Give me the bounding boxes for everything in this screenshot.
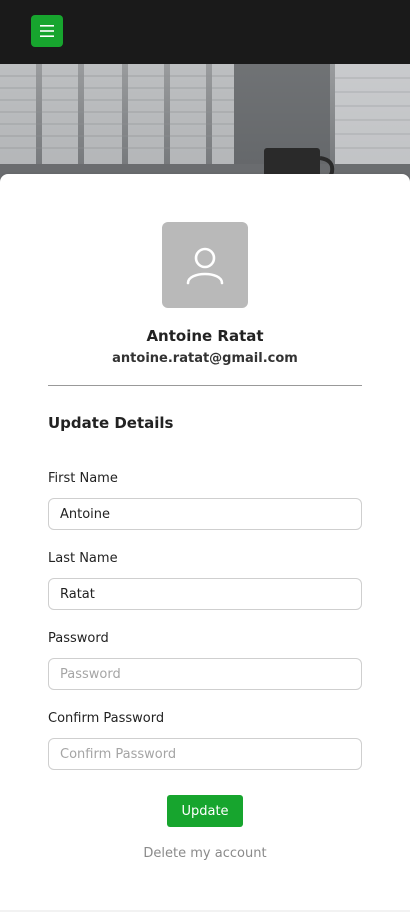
- delete-account-link[interactable]: Delete my account: [0, 846, 410, 861]
- avatar: [162, 222, 248, 308]
- divider: [48, 385, 362, 386]
- update-button[interactable]: Update: [167, 795, 243, 827]
- menu-toggle-button[interactable]: [31, 15, 63, 47]
- password-label: Password: [48, 631, 109, 646]
- user-icon: [186, 247, 224, 285]
- first-name-label: First Name: [48, 471, 118, 486]
- profile-card: Antoine Ratat antoine.ratat@gmail.com Up…: [0, 174, 410, 910]
- top-navbar: [0, 0, 410, 64]
- confirm-password-label: Confirm Password: [48, 711, 165, 726]
- first-name-input[interactable]: [48, 498, 362, 530]
- hamburger-menu-icon: [40, 25, 54, 37]
- password-input[interactable]: [48, 658, 362, 690]
- section-title: Update Details: [48, 414, 174, 432]
- confirm-password-input[interactable]: [48, 738, 362, 770]
- profile-name: Antoine Ratat: [146, 327, 264, 345]
- last-name-input[interactable]: [48, 578, 362, 610]
- last-name-label: Last Name: [48, 551, 118, 566]
- profile-email: antoine.ratat@gmail.com: [112, 351, 298, 366]
